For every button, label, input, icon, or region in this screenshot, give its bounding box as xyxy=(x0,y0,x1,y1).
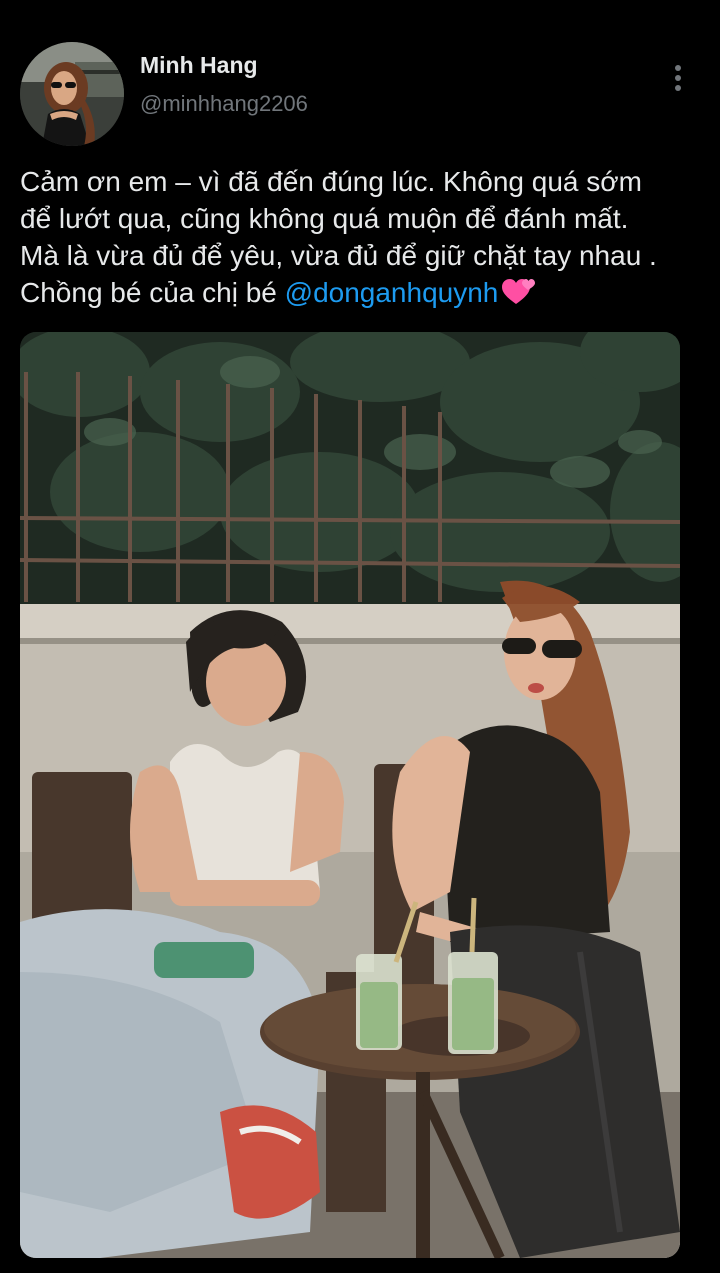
tweet-photo[interactable] xyxy=(20,332,680,1258)
tweet-text-line-last: Chồng bé của chị bé @donganhquynh xyxy=(20,274,710,311)
photo-image xyxy=(20,332,680,1258)
two-hearts-emoji-icon xyxy=(502,279,536,304)
more-options-icon[interactable] xyxy=(664,62,692,94)
avatar-photo xyxy=(20,42,124,146)
tweet-text-line: để lướt qua, cũng không quá muộn để đánh… xyxy=(20,203,629,234)
avatar[interactable] xyxy=(20,42,124,146)
display-name[interactable]: Minh Hang xyxy=(140,52,258,79)
tweet-text-line: Mà là vừa đủ để yêu, vừa đủ để giữ chặt … xyxy=(20,240,657,271)
mention-link[interactable]: @donganhquynh xyxy=(285,277,499,308)
username-handle[interactable]: @minhhang2206 xyxy=(140,91,308,117)
tweet-text-segment: Chồng bé của chị bé xyxy=(20,277,285,308)
tweet-text: Cảm ơn em – vì đã đến đúng lúc. Không qu… xyxy=(20,163,710,311)
tweet-text-line: Cảm ơn em – vì đã đến đúng lúc. Không qu… xyxy=(20,166,642,197)
tweet: Minh Hang @minhhang2206 Cảm ơn em – vì đ… xyxy=(0,0,720,1273)
